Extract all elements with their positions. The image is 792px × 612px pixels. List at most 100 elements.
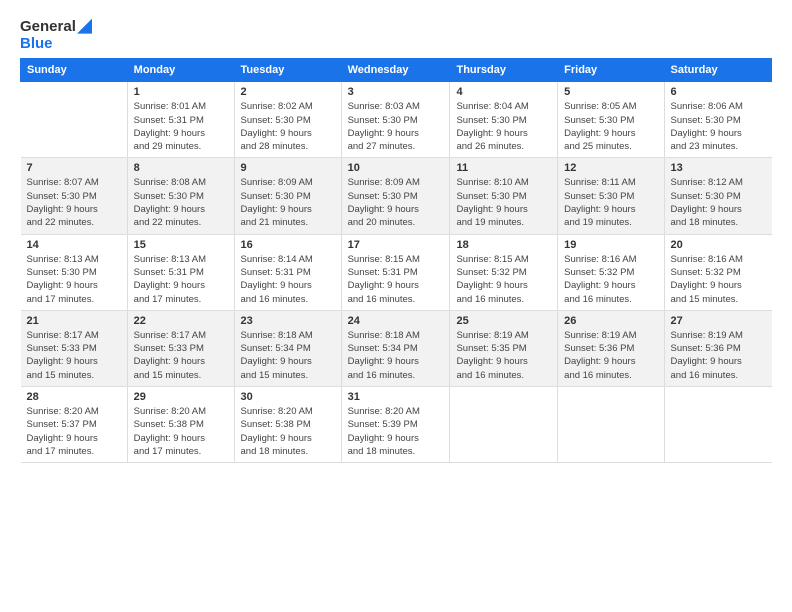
calendar-cell: 10Sunrise: 8:09 AMSunset: 5:30 PMDayligh… (341, 158, 450, 234)
day-number: 18 (456, 239, 551, 251)
logo-area: General◢ Blue (20, 16, 92, 52)
day-info: Sunrise: 8:19 AMSunset: 5:35 PMDaylight:… (456, 329, 551, 382)
calendar-cell: 7 Sunrise: 8:07 AMSunset: 5:30 PMDaylight… (21, 158, 128, 234)
calendar-cell: 2 Sunrise: 8:02 AMSunset: 5:30 PMDaylight… (234, 82, 341, 158)
day-info: Sunrise: 8:18 AMSunset: 5:34 PMDaylight:… (348, 329, 444, 382)
day-info: Sunrise: 8:05 AMSunset: 5:30 PMDaylight:… (564, 100, 657, 153)
day-number: 28 (27, 391, 121, 403)
day-info: Sunrise: 8:19 AMSunset: 5:36 PMDaylight:… (564, 329, 657, 382)
logo-blue: Blue (20, 36, 92, 53)
header-tuesday: Tuesday (234, 59, 341, 82)
day-info: Sunrise: 8:02 AMSunset: 5:30 PMDaylight:… (241, 100, 335, 153)
day-info: Sunrise: 8:20 AMSunset: 5:37 PMDaylight:… (27, 405, 121, 458)
header: General◢ Blue (20, 16, 772, 52)
calendar-cell: 5 Sunrise: 8:05 AMSunset: 5:30 PMDaylight… (558, 82, 664, 158)
logo-icon: ◢ (78, 15, 92, 35)
calendar-week-row: 1 Sunrise: 8:01 AMSunset: 5:31 PMDaylight… (21, 82, 772, 158)
day-info: Sunrise: 8:20 AMSunset: 5:38 PMDaylight:… (241, 405, 335, 458)
day-info: Sunrise: 8:01 AMSunset: 5:31 PMDaylight:… (134, 100, 228, 153)
day-info: Sunrise: 8:13 AMSunset: 5:30 PMDaylight:… (27, 253, 121, 306)
day-number: 20 (671, 239, 766, 251)
day-number: 19 (564, 239, 657, 251)
calendar-cell: 28 Sunrise: 8:20 AMSunset: 5:37 PMDayligh… (21, 387, 128, 463)
calendar-cell: 20 Sunrise: 8:16 AMSunset: 5:32 PMDayligh… (664, 234, 771, 310)
calendar-cell: 23 Sunrise: 8:18 AMSunset: 5:34 PMDayligh… (234, 310, 341, 386)
calendar-cell: 17Sunrise: 8:15 AMSunset: 5:31 PMDayligh… (341, 234, 450, 310)
calendar-cell (558, 387, 664, 463)
calendar-cell: 3 Sunrise: 8:03 AMSunset: 5:30 PMDaylight… (341, 82, 450, 158)
day-number: 22 (134, 315, 228, 327)
day-number: 23 (241, 315, 335, 327)
day-number: 17 (348, 239, 444, 251)
calendar-cell: 15 Sunrise: 8:13 AMSunset: 5:31 PMDayligh… (127, 234, 234, 310)
calendar-cell: 21 Sunrise: 8:17 AMSunset: 5:33 PMDayligh… (21, 310, 128, 386)
day-info: Sunrise: 8:09 AMSunset: 5:30 PMDaylight:… (348, 176, 444, 229)
calendar-cell: 14 Sunrise: 8:13 AMSunset: 5:30 PMDayligh… (21, 234, 128, 310)
calendar-week-row: 28 Sunrise: 8:20 AMSunset: 5:37 PMDayligh… (21, 387, 772, 463)
day-number: 27 (671, 315, 766, 327)
day-number: 5 (564, 86, 657, 98)
calendar-cell (450, 387, 558, 463)
day-number: 7 (27, 162, 121, 174)
day-info: Sunrise: 8:17 AMSunset: 5:33 PMDaylight:… (27, 329, 121, 382)
day-number: 8 (134, 162, 228, 174)
header-saturday: Saturday (664, 59, 771, 82)
day-number: 1 (134, 86, 228, 98)
day-number: 4 (456, 86, 551, 98)
main-container: General◢ Blue Sunday Monday Tuesday Wedn… (0, 0, 792, 473)
day-number: 29 (134, 391, 228, 403)
day-number: 30 (241, 391, 335, 403)
day-info: Sunrise: 8:20 AMSunset: 5:38 PMDaylight:… (134, 405, 228, 458)
day-info: Sunrise: 8:16 AMSunset: 5:32 PMDaylight:… (564, 253, 657, 306)
calendar-cell: 16 Sunrise: 8:14 AMSunset: 5:31 PMDayligh… (234, 234, 341, 310)
calendar-cell (664, 387, 771, 463)
day-number: 16 (241, 239, 335, 251)
day-number: 15 (134, 239, 228, 251)
calendar-cell: 27Sunrise: 8:19 AMSunset: 5:36 PMDayligh… (664, 310, 771, 386)
day-number: 14 (27, 239, 121, 251)
day-info: Sunrise: 8:11 AMSunset: 5:30 PMDaylight:… (564, 176, 657, 229)
day-number: 9 (241, 162, 335, 174)
day-number: 6 (671, 86, 766, 98)
calendar-cell: 19 Sunrise: 8:16 AMSunset: 5:32 PMDayligh… (558, 234, 664, 310)
day-info: Sunrise: 8:14 AMSunset: 5:31 PMDaylight:… (241, 253, 335, 306)
day-number: 11 (456, 162, 551, 174)
calendar-cell: 24 Sunrise: 8:18 AMSunset: 5:34 PMDayligh… (341, 310, 450, 386)
calendar-cell: 31 Sunrise: 8:20 AMSunset: 5:39 PMDayligh… (341, 387, 450, 463)
calendar-cell: 9 Sunrise: 8:09 AMSunset: 5:30 PMDaylight… (234, 158, 341, 234)
calendar-cell: 6Sunrise: 8:06 AMSunset: 5:30 PMDaylight… (664, 82, 771, 158)
day-number: 21 (27, 315, 121, 327)
calendar-cell: 11Sunrise: 8:10 AMSunset: 5:30 PMDayligh… (450, 158, 558, 234)
calendar-cell: 22 Sunrise: 8:17 AMSunset: 5:33 PMDayligh… (127, 310, 234, 386)
day-number: 3 (348, 86, 444, 98)
day-number: 24 (348, 315, 444, 327)
header-monday: Monday (127, 59, 234, 82)
day-number: 25 (456, 315, 551, 327)
day-info: Sunrise: 8:18 AMSunset: 5:34 PMDaylight:… (241, 329, 335, 382)
day-info: Sunrise: 8:07 AMSunset: 5:30 PMDaylight:… (27, 176, 121, 229)
day-info: Sunrise: 8:09 AMSunset: 5:30 PMDaylight:… (241, 176, 335, 229)
calendar-cell: 25 Sunrise: 8:19 AMSunset: 5:35 PMDayligh… (450, 310, 558, 386)
header-wednesday: Wednesday (341, 59, 450, 82)
calendar-cell: 29 Sunrise: 8:20 AMSunset: 5:38 PMDayligh… (127, 387, 234, 463)
calendar-cell: 8Sunrise: 8:08 AMSunset: 5:30 PMDaylight… (127, 158, 234, 234)
calendar-week-row: 14 Sunrise: 8:13 AMSunset: 5:30 PMDayligh… (21, 234, 772, 310)
day-number: 13 (671, 162, 766, 174)
calendar-cell: 13Sunrise: 8:12 AMSunset: 5:30 PMDayligh… (664, 158, 771, 234)
day-number: 26 (564, 315, 657, 327)
calendar-cell: 26 Sunrise: 8:19 AMSunset: 5:36 PMDayligh… (558, 310, 664, 386)
day-info: Sunrise: 8:04 AMSunset: 5:30 PMDaylight:… (456, 100, 551, 153)
day-info: Sunrise: 8:13 AMSunset: 5:31 PMDaylight:… (134, 253, 228, 306)
calendar-week-row: 7 Sunrise: 8:07 AMSunset: 5:30 PMDaylight… (21, 158, 772, 234)
day-info: Sunrise: 8:20 AMSunset: 5:39 PMDaylight:… (348, 405, 444, 458)
calendar-cell: 4 Sunrise: 8:04 AMSunset: 5:30 PMDaylight… (450, 82, 558, 158)
calendar-table: Sunday Monday Tuesday Wednesday Thursday… (20, 58, 772, 463)
calendar-cell (21, 82, 128, 158)
day-info: Sunrise: 8:15 AMSunset: 5:32 PMDaylight:… (456, 253, 551, 306)
calendar-week-row: 21 Sunrise: 8:17 AMSunset: 5:33 PMDayligh… (21, 310, 772, 386)
day-number: 2 (241, 86, 335, 98)
day-info: Sunrise: 8:16 AMSunset: 5:32 PMDaylight:… (671, 253, 766, 306)
day-number: 31 (348, 391, 444, 403)
day-info: Sunrise: 8:03 AMSunset: 5:30 PMDaylight:… (348, 100, 444, 153)
day-info: Sunrise: 8:17 AMSunset: 5:33 PMDaylight:… (134, 329, 228, 382)
